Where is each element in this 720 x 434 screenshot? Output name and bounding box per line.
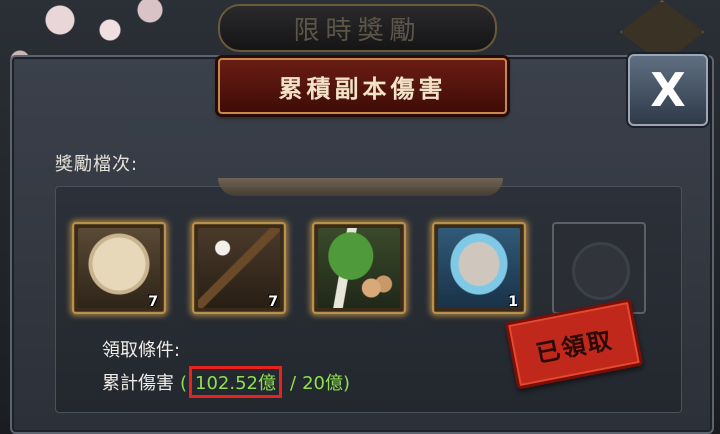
reward-slot-empty (552, 222, 646, 314)
vegetable-egg-basket-icon (318, 228, 400, 308)
condition-line: 累計傷害 ( 102.52億 / 20億 ) (102, 366, 350, 398)
close-button[interactable]: X (628, 54, 708, 126)
tier-label: 獎勵檔次: (55, 154, 139, 175)
reward-count: 7 (148, 294, 158, 310)
tier-tab-decoration (218, 178, 503, 196)
condition-name: 累計傷害 (102, 373, 174, 394)
reward-slot[interactable]: 7 (72, 222, 166, 314)
condition-open-paren: ( (180, 373, 188, 394)
condition-separator: / (290, 373, 297, 394)
condition-current-value: 102.52億 (189, 366, 283, 398)
empty-slot-emblem-icon (572, 242, 630, 300)
background-banner: 限時獎勵 (218, 4, 497, 52)
close-icon: X (650, 63, 686, 117)
condition-target-value: 20億 (302, 373, 343, 394)
reward-slot[interactable]: 1 (432, 222, 526, 314)
reward-slot[interactable]: 7 (192, 222, 286, 314)
reward-slot[interactable] (312, 222, 406, 314)
condition-label: 領取條件: (102, 340, 181, 361)
modal-title: 累積副本傷害 (218, 58, 507, 114)
condition-close-paren: ) (343, 373, 351, 394)
reward-count: 7 (268, 294, 278, 310)
reward-count: 1 (508, 294, 518, 310)
